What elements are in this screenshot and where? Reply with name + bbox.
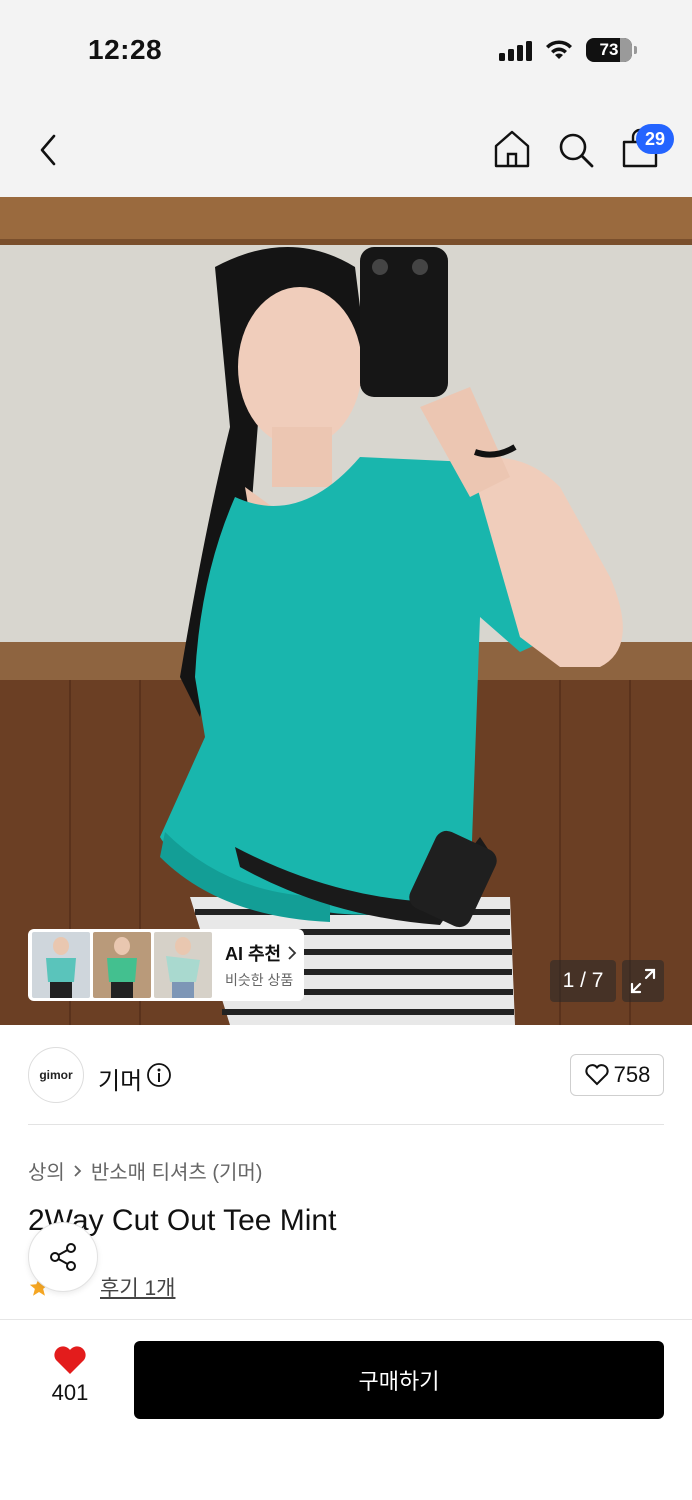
ai-thumbnail-3: [154, 932, 212, 998]
wishlist-count: 401: [51, 1380, 89, 1405]
top-header: 12:28 73 29: [0, 0, 692, 197]
heart-filled-icon: [54, 1346, 86, 1374]
brand-logo[interactable]: gimor: [28, 1047, 84, 1103]
info-icon[interactable]: [146, 1062, 172, 1088]
breadcrumb-subcategory[interactable]: 반소매 티셔츠 (기머): [91, 1156, 263, 1185]
battery-level: 73: [599, 40, 619, 59]
back-arrow-icon[interactable]: [34, 130, 66, 170]
cart-count-badge: 29: [636, 124, 674, 154]
breadcrumb-category[interactable]: 상의: [28, 1156, 65, 1185]
share-icon: [50, 1243, 76, 1271]
product-image-carousel[interactable]: [0, 197, 692, 1025]
wifi-icon: [546, 40, 572, 59]
bottom-bar-divider: [0, 1319, 692, 1320]
chevron-right-icon: [74, 1164, 82, 1177]
ai-recommendation-text: AI 추천 비슷한 상품: [225, 940, 297, 990]
review-link[interactable]: 후기 1개: [100, 1272, 175, 1302]
search-icon[interactable]: [556, 130, 596, 170]
cellular-signal-icon: [499, 39, 532, 61]
battery-icon: 73: [586, 38, 637, 62]
status-indicators: 73: [499, 38, 637, 62]
home-icon[interactable]: [492, 128, 532, 170]
share-button[interactable]: [28, 1222, 98, 1292]
brand-like-count: 758: [613, 1062, 651, 1087]
section-divider: [28, 1124, 664, 1125]
expand-icon: [630, 968, 656, 994]
expand-image-button[interactable]: [622, 960, 664, 1002]
wishlist-button[interactable]: 401: [40, 1344, 100, 1416]
ai-recommendation-title: AI 추천: [225, 944, 282, 964]
heart-outline-icon: [585, 1064, 609, 1086]
brand-like-button[interactable]: 758: [570, 1054, 664, 1096]
breadcrumb: 상의 반소매 티셔츠 (기머): [28, 1156, 262, 1185]
ai-thumbnail-2: [93, 932, 151, 998]
ai-recommendation-card[interactable]: AI 추천 비슷한 상품: [28, 929, 304, 1001]
status-time: 12:28: [88, 34, 163, 65]
buy-button[interactable]: 구매하기: [134, 1341, 664, 1419]
chevron-right-icon: [288, 946, 297, 960]
product-photo: [0, 197, 692, 1025]
ai-thumbnail-1: [32, 932, 90, 998]
image-page-counter: 1 / 7: [550, 960, 616, 1002]
brand-name[interactable]: 기머: [98, 1061, 142, 1096]
ai-recommendation-subtitle: 비슷한 상품: [225, 972, 294, 988]
